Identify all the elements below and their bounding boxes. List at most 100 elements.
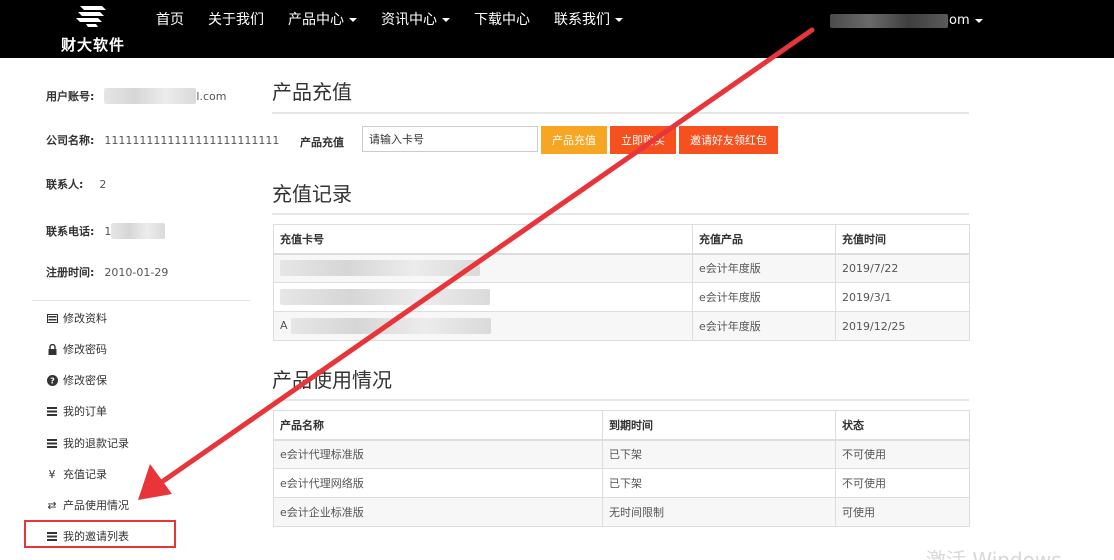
column-header: 充值时间 bbox=[835, 224, 970, 255]
svg-text:?: ? bbox=[50, 376, 55, 385]
table-cell-name: e会计企业标准版 bbox=[273, 497, 603, 527]
sidebar-divider bbox=[32, 300, 250, 301]
sidebar-item-label: 充值记录 bbox=[63, 468, 107, 481]
nav-item-home[interactable]: 首页 bbox=[144, 0, 196, 40]
profile-company-row: 公司名称: 1111111111111111111111111 bbox=[46, 130, 279, 150]
main-content: 产品充值 产品充值 产品充值 立即购买 邀请好友领红包 充值记录 充值卡号 充值… bbox=[272, 58, 972, 560]
recharge-button[interactable]: 产品充值 bbox=[541, 126, 607, 154]
table-row: e会计企业标准版 无时间限制 可使用 bbox=[273, 497, 970, 527]
nav-label: 关于我们 bbox=[208, 12, 264, 28]
nav-label: 资讯中心 bbox=[381, 12, 437, 28]
nav-item-products[interactable]: 产品中心 bbox=[276, 0, 369, 40]
section-divider bbox=[272, 112, 969, 114]
invite-friends-button[interactable]: 邀请好友领红包 bbox=[679, 126, 778, 154]
profile-phone-row: 联系电话: 1 bbox=[46, 221, 166, 241]
table-cell-date: 2019/12/25 bbox=[835, 311, 970, 341]
sidebar-item-edit-profile[interactable]: 修改资料 bbox=[46, 308, 107, 328]
nav-label: 下载中心 bbox=[474, 12, 530, 28]
sidebar-item-my-orders[interactable]: 我的订单 bbox=[46, 401, 107, 421]
nav-item-about[interactable]: 关于我们 bbox=[196, 0, 276, 40]
sidebar-item-label: 产品使用情况 bbox=[63, 499, 129, 512]
redacted-card-number bbox=[280, 289, 490, 305]
sidebar-item-product-usage[interactable]: ⇄ 产品使用情况 bbox=[46, 495, 129, 515]
table-cell-expiry: 已下架 bbox=[602, 439, 836, 469]
account-value-suffix: l.com bbox=[196, 89, 227, 103]
records-section-title: 充值记录 bbox=[272, 182, 352, 206]
phone-label: 联系电话: bbox=[46, 225, 95, 238]
table-cell-name: e会计代理标准版 bbox=[273, 439, 603, 469]
annotation-highlight-box bbox=[24, 520, 176, 548]
sidebar-item-label: 我的退款记录 bbox=[63, 437, 129, 450]
yen-icon: ¥ bbox=[48, 467, 56, 481]
company-label: 公司名称: bbox=[46, 134, 95, 147]
column-header: 状态 bbox=[835, 410, 970, 441]
redacted-card-number bbox=[291, 318, 492, 334]
redacted-phone bbox=[111, 223, 166, 239]
sidebar-item-label: 修改密码 bbox=[63, 343, 107, 356]
sidebar-item-security-question[interactable]: ? 修改密保 bbox=[46, 370, 107, 390]
usage-section-title: 产品使用情况 bbox=[272, 368, 392, 392]
list-icon bbox=[46, 405, 58, 417]
table-row: e会计代理网络版 已下架 不可使用 bbox=[273, 468, 970, 498]
sidebar-item-refund-records[interactable]: 我的退款记录 bbox=[46, 433, 129, 453]
table-cell-product: e会计年度版 bbox=[692, 311, 836, 341]
question-circle-icon: ? bbox=[46, 374, 58, 386]
table-cell-date: 2019/3/1 bbox=[835, 282, 970, 312]
user-account-menu[interactable]: om bbox=[830, 12, 983, 30]
table-cell-name: e会计代理网络版 bbox=[273, 468, 603, 498]
recharge-section-title: 产品充值 bbox=[272, 80, 352, 104]
chevron-down-icon bbox=[442, 18, 450, 22]
nav-item-contact[interactable]: 联系我们 bbox=[542, 0, 635, 40]
table-cell-product: e会计年度版 bbox=[692, 282, 836, 312]
nav-item-news[interactable]: 资讯中心 bbox=[369, 0, 462, 40]
table-header-row: 充值卡号 充值产品 充值时间 bbox=[273, 224, 970, 255]
profile-contact-row: 联系人: 2 bbox=[46, 174, 106, 194]
id-card-icon bbox=[46, 312, 58, 324]
main-nav: 首页 关于我们 产品中心 资讯中心 下载中心 联系我们 bbox=[144, 0, 635, 40]
column-header: 充值卡号 bbox=[273, 224, 693, 255]
brand-name: 财大软件 bbox=[60, 36, 125, 54]
brand-logo[interactable]: 财大软件 bbox=[56, 2, 130, 56]
sidebar-item-change-password[interactable]: 修改密码 bbox=[46, 339, 107, 359]
nav-label: 产品中心 bbox=[288, 12, 344, 28]
column-header: 产品名称 bbox=[273, 410, 603, 441]
section-divider bbox=[272, 213, 969, 215]
windows-activation-watermark: 激活 Windows bbox=[926, 548, 1062, 560]
table-cell-product: e会计年度版 bbox=[692, 253, 836, 283]
contact-value: 2 bbox=[99, 177, 107, 191]
recharge-records-table: 充值卡号 充值产品 充值时间 e会计年度版 2019/7/22 e会计年度版 2… bbox=[273, 224, 970, 341]
redacted-card-number bbox=[280, 260, 480, 277]
table-cell-status: 不可使用 bbox=[835, 439, 970, 469]
card-number-input[interactable] bbox=[362, 126, 538, 152]
table-cell-expiry: 已下架 bbox=[602, 468, 836, 498]
sidebar-item-label: 修改资料 bbox=[63, 312, 107, 325]
section-divider bbox=[272, 399, 969, 401]
nav-item-downloads[interactable]: 下载中心 bbox=[462, 0, 542, 40]
chevron-down-icon bbox=[349, 18, 357, 22]
redacted-email bbox=[830, 14, 948, 28]
card-number-prefix: A bbox=[280, 319, 288, 332]
account-label: 用户账号: bbox=[46, 90, 95, 103]
exchange-icon: ⇄ bbox=[47, 498, 57, 512]
table-cell-card bbox=[273, 253, 693, 283]
lock-icon bbox=[46, 343, 58, 355]
table-cell-status: 不可使用 bbox=[835, 468, 970, 498]
chevron-down-icon bbox=[615, 18, 623, 22]
account-sidebar: 用户账号: l.com 公司名称: 1111111111111111111111… bbox=[0, 58, 279, 560]
table-row: e会计代理标准版 已下架 不可使用 bbox=[273, 439, 970, 469]
profile-account-row: 用户账号: l.com bbox=[46, 86, 226, 106]
buy-now-button[interactable]: 立即购买 bbox=[610, 126, 676, 154]
nav-label: 联系我们 bbox=[554, 12, 610, 28]
register-value: 2010-01-29 bbox=[104, 265, 169, 279]
table-header-row: 产品名称 到期时间 状态 bbox=[273, 410, 970, 441]
logo-mark-icon bbox=[76, 6, 106, 27]
table-cell-date: 2019/7/22 bbox=[835, 253, 970, 283]
product-usage-table: 产品名称 到期时间 状态 e会计代理标准版 已下架 不可使用 e会计代理网络版 … bbox=[273, 410, 970, 527]
table-row: A e会计年度版 2019/12/25 bbox=[273, 311, 970, 341]
sidebar-item-recharge-records[interactable]: ¥ 充值记录 bbox=[46, 464, 108, 484]
table-cell-expiry: 无时间限制 bbox=[602, 497, 836, 527]
company-value: 1111111111111111111111111 bbox=[104, 133, 280, 147]
column-header: 充值产品 bbox=[692, 224, 836, 255]
register-label: 注册时间: bbox=[46, 266, 95, 279]
contact-label: 联系人: bbox=[46, 178, 84, 191]
